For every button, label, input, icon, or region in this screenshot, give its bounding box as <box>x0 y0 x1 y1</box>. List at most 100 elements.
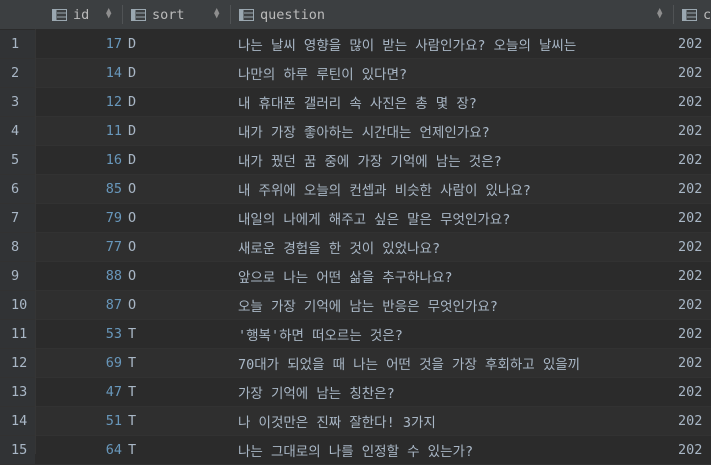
sort-cell[interactable]: T <box>128 407 228 435</box>
table-row[interactable]: 10 87 O 오늘 가장 기억에 남는 반응은 무엇인가요? 202 <box>0 291 711 320</box>
question-cell[interactable]: 새로운 경험을 한 것이 있었나요? <box>238 233 674 261</box>
sort-arrows-icon[interactable]: ▲ ▼ <box>214 7 219 21</box>
sort-arrows-icon[interactable]: ▲ ▼ <box>657 7 662 21</box>
question-cell[interactable]: 내 휴대폰 갤러리 속 사진은 총 몇 장? <box>238 88 674 116</box>
date-cell[interactable]: 202 <box>678 378 711 406</box>
table-row[interactable]: 9 88 O 앞으로 나는 어떤 삶을 추구하나요? 202 <box>0 262 711 291</box>
row-number-divider <box>35 29 36 454</box>
question-cell[interactable]: 70대가 되었을 때 나는 어떤 것을 가장 후회하고 있을끼 <box>238 349 674 377</box>
sort-cell[interactable]: D <box>128 88 228 116</box>
id-cell[interactable]: 85 <box>35 175 122 203</box>
sort-cell[interactable]: T <box>128 320 228 348</box>
row-number: 12 <box>0 349 35 377</box>
column-header-sort[interactable]: sort <box>131 0 221 29</box>
id-cell[interactable]: 64 <box>35 436 122 464</box>
column-header-question[interactable]: question <box>239 0 659 29</box>
sort-cell[interactable]: D <box>128 59 228 87</box>
question-cell[interactable]: 앞으로 나는 어떤 삶을 추구하나요? <box>238 262 674 290</box>
date-cell[interactable]: 202 <box>678 320 711 348</box>
column-header-label: sort <box>152 6 185 23</box>
table-row[interactable]: 2 14 D 나만의 하루 루틴이 있다면? 202 <box>0 59 711 88</box>
date-cell[interactable]: 202 <box>678 407 711 435</box>
date-cell[interactable]: 202 <box>678 349 711 377</box>
sort-cell[interactable]: O <box>128 204 228 232</box>
column-divider[interactable] <box>673 5 674 24</box>
sort-cell[interactable]: T <box>128 349 228 377</box>
sort-arrows-icon[interactable]: ▲ ▼ <box>106 7 111 21</box>
column-header-bar: id ▲ ▼ sort ▲ ▼ question ▲ ▼ c <box>0 0 711 30</box>
table-column-icon <box>682 8 697 21</box>
question-cell[interactable]: 나는 그대로의 나를 인정할 수 있는가? <box>238 436 674 464</box>
id-cell[interactable]: 11 <box>35 117 122 145</box>
question-cell[interactable]: 가장 기억에 남는 칭찬은? <box>238 378 674 406</box>
table-row[interactable]: 5 16 D 내가 꿨던 꿈 중에 가장 기억에 남는 것은? 202 <box>0 146 711 175</box>
id-cell[interactable]: 51 <box>35 407 122 435</box>
id-cell[interactable]: 14 <box>35 59 122 87</box>
row-number: 11 <box>0 320 35 348</box>
date-cell[interactable]: 202 <box>678 88 711 116</box>
table-row[interactable]: 3 12 D 내 휴대폰 갤러리 속 사진은 총 몇 장? 202 <box>0 88 711 117</box>
question-cell[interactable]: 나 이것만은 진짜 잘한다! 3가지 <box>238 407 674 435</box>
question-cell[interactable]: 오늘 가장 기억에 남는 반응은 무엇인가요? <box>238 291 674 319</box>
question-cell[interactable]: 내가 가장 좋아하는 시간대는 언제인가요? <box>238 117 674 145</box>
sort-cell[interactable]: T <box>128 378 228 406</box>
date-cell[interactable]: 202 <box>678 175 711 203</box>
id-cell[interactable]: 12 <box>35 88 122 116</box>
sort-cell[interactable]: D <box>128 30 228 58</box>
date-cell[interactable]: 202 <box>678 233 711 261</box>
id-cell[interactable]: 16 <box>35 146 122 174</box>
table-body: 1 17 D 나는 날씨 영향을 많이 받는 사람인가요? 오늘의 날씨는 202 2 14… <box>0 30 711 465</box>
column-header-id[interactable]: id <box>52 0 122 29</box>
sort-cell[interactable]: D <box>128 146 228 174</box>
date-cell[interactable]: 202 <box>678 30 711 58</box>
column-divider[interactable] <box>230 5 231 24</box>
id-cell[interactable]: 77 <box>35 233 122 261</box>
question-cell[interactable]: 내 주위에 오늘의 컨셉과 비슷한 사람이 있나요? <box>238 175 674 203</box>
date-cell[interactable]: 202 <box>678 59 711 87</box>
table-row[interactable]: 7 79 O 내일의 나에게 해주고 싶은 말은 무엇인가요? 202 <box>0 204 711 233</box>
row-number: 15 <box>0 436 35 464</box>
question-cell[interactable]: '행복'하면 떠오르는 것은? <box>238 320 674 348</box>
date-cell[interactable]: 202 <box>678 146 711 174</box>
date-cell[interactable]: 202 <box>678 262 711 290</box>
column-divider[interactable] <box>122 5 123 24</box>
row-number: 6 <box>0 175 35 203</box>
question-cell[interactable]: 내일의 나에게 해주고 싶은 말은 무엇인가요? <box>238 204 674 232</box>
question-cell[interactable]: 나는 날씨 영향을 많이 받는 사람인가요? 오늘의 날씨는 <box>238 30 674 58</box>
id-cell[interactable]: 69 <box>35 349 122 377</box>
data-grid: id ▲ ▼ sort ▲ ▼ question ▲ ▼ c 1 17 D 나는 날씨 영향… <box>0 0 711 465</box>
row-number: 13 <box>0 378 35 406</box>
sort-cell[interactable]: O <box>128 233 228 261</box>
sort-cell[interactable]: O <box>128 291 228 319</box>
column-header-label: c <box>703 6 711 23</box>
table-row[interactable]: 11 53 T '행복'하면 떠오르는 것은? 202 <box>0 320 711 349</box>
sort-cell[interactable]: O <box>128 262 228 290</box>
table-row[interactable]: 4 11 D 내가 가장 좋아하는 시간대는 언제인가요? 202 <box>0 117 711 146</box>
table-row[interactable]: 13 47 T 가장 기억에 남는 칭찬은? 202 <box>0 378 711 407</box>
date-cell[interactable]: 202 <box>678 436 711 464</box>
date-cell[interactable]: 202 <box>678 204 711 232</box>
id-cell[interactable]: 17 <box>35 30 122 58</box>
table-row[interactable]: 15 64 T 나는 그대로의 나를 인정할 수 있는가? 202 <box>0 436 711 465</box>
row-number: 5 <box>0 146 35 174</box>
table-row[interactable]: 6 85 O 내 주위에 오늘의 컨셉과 비슷한 사람이 있나요? 202 <box>0 175 711 204</box>
row-number: 3 <box>0 88 35 116</box>
sort-cell[interactable]: O <box>128 175 228 203</box>
id-cell[interactable]: 88 <box>35 262 122 290</box>
column-header-date[interactable]: c <box>682 0 711 29</box>
id-cell[interactable]: 79 <box>35 204 122 232</box>
date-cell[interactable]: 202 <box>678 117 711 145</box>
table-row[interactable]: 8 77 O 새로운 경험을 한 것이 있었나요? 202 <box>0 233 711 262</box>
question-cell[interactable]: 나만의 하루 루틴이 있다면? <box>238 59 674 87</box>
table-row[interactable]: 1 17 D 나는 날씨 영향을 많이 받는 사람인가요? 오늘의 날씨는 202 <box>0 30 711 59</box>
row-number: 2 <box>0 59 35 87</box>
id-cell[interactable]: 87 <box>35 291 122 319</box>
table-row[interactable]: 12 69 T 70대가 되었을 때 나는 어떤 것을 가장 후회하고 있을끼 202 <box>0 349 711 378</box>
date-cell[interactable]: 202 <box>678 291 711 319</box>
sort-cell[interactable]: D <box>128 117 228 145</box>
question-cell[interactable]: 내가 꿨던 꿈 중에 가장 기억에 남는 것은? <box>238 146 674 174</box>
sort-cell[interactable]: T <box>128 436 228 464</box>
table-row[interactable]: 14 51 T 나 이것만은 진짜 잘한다! 3가지 202 <box>0 407 711 436</box>
id-cell[interactable]: 53 <box>35 320 122 348</box>
id-cell[interactable]: 47 <box>35 378 122 406</box>
